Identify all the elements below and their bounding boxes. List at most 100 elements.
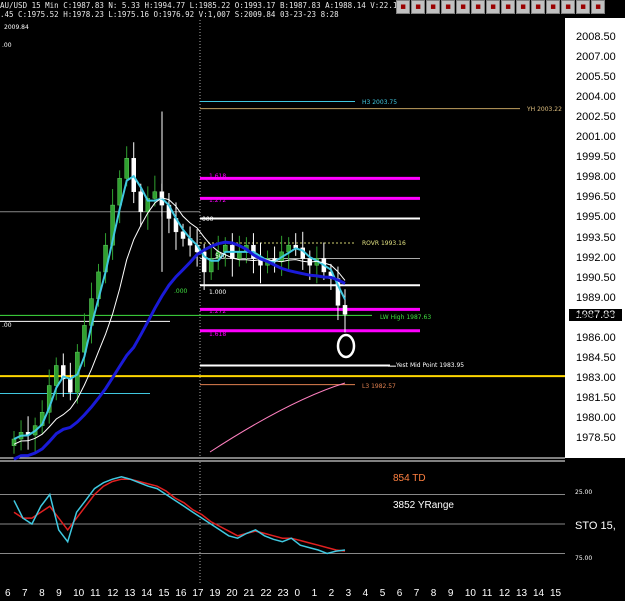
price-tick-label: 1993.50 bbox=[576, 231, 616, 244]
h3-label: H3 2003.75 bbox=[362, 99, 398, 106]
toolbar-button-1-icon[interactable]: ▪ bbox=[396, 0, 410, 14]
time-tick-label: 0 bbox=[294, 588, 301, 599]
time-tick-label: 15 bbox=[158, 588, 170, 599]
price-tick-label: 1998.00 bbox=[576, 171, 616, 184]
price-tick-label: 2001.00 bbox=[576, 131, 616, 144]
time-tick-label: 20 bbox=[226, 588, 238, 599]
price-tick-label: 1996.50 bbox=[576, 191, 616, 204]
chart-window: ◀ AU/USD 15 Min C:1987.83 N: 5.33 H:1994… bbox=[0, 0, 625, 601]
fib-left-000-label: .000 bbox=[174, 288, 188, 295]
time-tick-label: 1 bbox=[311, 588, 318, 599]
toolbar-button-4-icon[interactable]: ▪ bbox=[441, 0, 455, 14]
time-tick-label: 6 bbox=[396, 588, 403, 599]
time-tick-label: 8 bbox=[39, 588, 45, 599]
price-tick-label: 1983.00 bbox=[576, 371, 616, 384]
td-label: 854 TD bbox=[393, 473, 426, 484]
osc-level-low: 75.00 bbox=[575, 555, 593, 562]
time-tick-label: 3 bbox=[345, 588, 352, 599]
toolbar-button-11-icon[interactable]: ▪ bbox=[546, 0, 560, 14]
sto-label: STO 15, bbox=[575, 520, 616, 532]
time-tick-label: 6 bbox=[5, 588, 11, 599]
price-tick-label: 1990.50 bbox=[576, 271, 616, 284]
price-tick-label: 1981.50 bbox=[576, 391, 616, 404]
time-tick-label: 9 bbox=[56, 588, 62, 599]
time-tick-label: 21 bbox=[243, 588, 255, 599]
yest-mid-label: Yest Mid Point 1983.95 bbox=[396, 362, 465, 369]
toolbar-button-14-icon[interactable]: ▪ bbox=[591, 0, 605, 14]
time-tick-label: 14 bbox=[532, 588, 545, 599]
time-tick-label: 11 bbox=[90, 588, 101, 599]
osc-level-high: 25.00 bbox=[575, 489, 593, 496]
toolbar-button-2-icon[interactable]: ▪ bbox=[411, 0, 425, 14]
time-tick-label: 10 bbox=[464, 588, 476, 599]
price-tick-label: 1989.00 bbox=[576, 291, 616, 304]
rovr-label: ROVR 1993.16 bbox=[362, 240, 406, 247]
time-tick-label: 17 bbox=[192, 588, 204, 599]
price-tick-label: 2004.00 bbox=[576, 91, 616, 104]
price-chart[interactable]: ◀ bbox=[0, 0, 625, 601]
toolbar-button-9-icon[interactable]: ▪ bbox=[516, 0, 530, 14]
yh-label: YH 2003.22 bbox=[527, 106, 562, 113]
candle-body bbox=[54, 365, 59, 386]
yrange-label: 3852 YRange bbox=[393, 500, 454, 511]
time-tick-label: 12 bbox=[498, 588, 511, 599]
quote-header: AU/USD 15 Min C:1987.83 N: 5.33 H:1994.7… bbox=[0, 1, 402, 10]
toolbar-button-5-icon[interactable]: ▪ bbox=[456, 0, 470, 14]
candle-body bbox=[124, 158, 129, 179]
time-tick-label: 19 bbox=[209, 588, 221, 599]
quote-header-secondary: .45 C:1975.52 H:1978.23 L:1975.16 O:1976… bbox=[0, 10, 339, 19]
toolbar-button-12-icon[interactable]: ▪ bbox=[561, 0, 575, 14]
price-tick-label: 1980.00 bbox=[576, 411, 616, 424]
candle-body bbox=[138, 191, 144, 213]
time-tick-label: 13 bbox=[515, 588, 528, 599]
candle-body bbox=[68, 378, 73, 393]
stoch-slow-line bbox=[13, 478, 346, 552]
toolbar-button-13-icon[interactable]: ▪ bbox=[576, 0, 590, 14]
fib-1272-top-label: 1.272 bbox=[209, 197, 227, 204]
time-tick-label: 8 bbox=[430, 588, 437, 599]
price-tick-label: 1984.50 bbox=[576, 351, 616, 364]
price-tick-label: 1987.50 bbox=[576, 311, 616, 324]
ema-fast-line bbox=[13, 174, 346, 440]
time-tick-label: 22 bbox=[260, 588, 272, 599]
price-tick-label: 1986.00 bbox=[576, 331, 616, 344]
price-tick-label: 1999.50 bbox=[576, 151, 616, 164]
ema-slow-line bbox=[13, 240, 346, 461]
price-tick-label: 2002.50 bbox=[576, 111, 616, 124]
fib-1272-low-label: 1.272 bbox=[209, 308, 227, 315]
price-tick-label: 2007.00 bbox=[576, 51, 616, 64]
candle-body bbox=[342, 305, 348, 315]
time-tick-label: 15 bbox=[550, 588, 562, 599]
lw-high-label: LW High 1987.63 bbox=[380, 314, 432, 321]
time-tick-label: 4 bbox=[362, 588, 369, 599]
time-tick-label: 7 bbox=[413, 588, 420, 599]
pink-pivot-curve bbox=[209, 382, 346, 453]
toolbar-button-3-icon[interactable]: ▪ bbox=[426, 0, 440, 14]
candle-body bbox=[223, 244, 228, 253]
toolbar-button-8-icon[interactable]: ▪ bbox=[501, 0, 515, 14]
left-level-value: 2009.84 bbox=[4, 24, 29, 31]
time-tick-label: 9 bbox=[447, 588, 454, 599]
l3-label: L3 1982.57 bbox=[362, 383, 396, 390]
highlight-circle bbox=[336, 333, 356, 359]
stoch-fast-line bbox=[13, 476, 346, 555]
left-level-label: .00 bbox=[2, 42, 12, 49]
fib-1000-label: 1.000 bbox=[209, 289, 227, 296]
candle-body bbox=[11, 438, 17, 446]
time-tick-label: 5 bbox=[379, 588, 386, 599]
time-tick-label: 16 bbox=[175, 588, 187, 599]
time-tick-label: 2 bbox=[328, 588, 335, 599]
fib-000-label: 000 bbox=[202, 216, 214, 223]
toolbar-button-10-icon[interactable]: ▪ bbox=[531, 0, 545, 14]
fib-1618-top-label: 1.618 bbox=[209, 173, 227, 180]
left-level-label-low: .00 bbox=[2, 322, 12, 329]
toolbar-button-6-icon[interactable]: ▪ bbox=[471, 0, 485, 14]
time-tick-label: 14 bbox=[141, 588, 153, 599]
toolbar: ▪ ▪ ▪ ▪ ▪ ▪ ▪ ▪ ▪ ▪ ▪ ▪ ▪ ▪ bbox=[396, 0, 605, 16]
toolbar-button-7-icon[interactable]: ▪ bbox=[486, 0, 500, 14]
price-tick-label: 2008.50 bbox=[576, 31, 616, 43]
time-tick-label: 12 bbox=[107, 588, 119, 599]
price-tick-label: 1995.00 bbox=[576, 211, 616, 224]
price-tick-label: 2005.50 bbox=[576, 71, 616, 84]
fib-500-label: 500 bbox=[215, 253, 227, 260]
